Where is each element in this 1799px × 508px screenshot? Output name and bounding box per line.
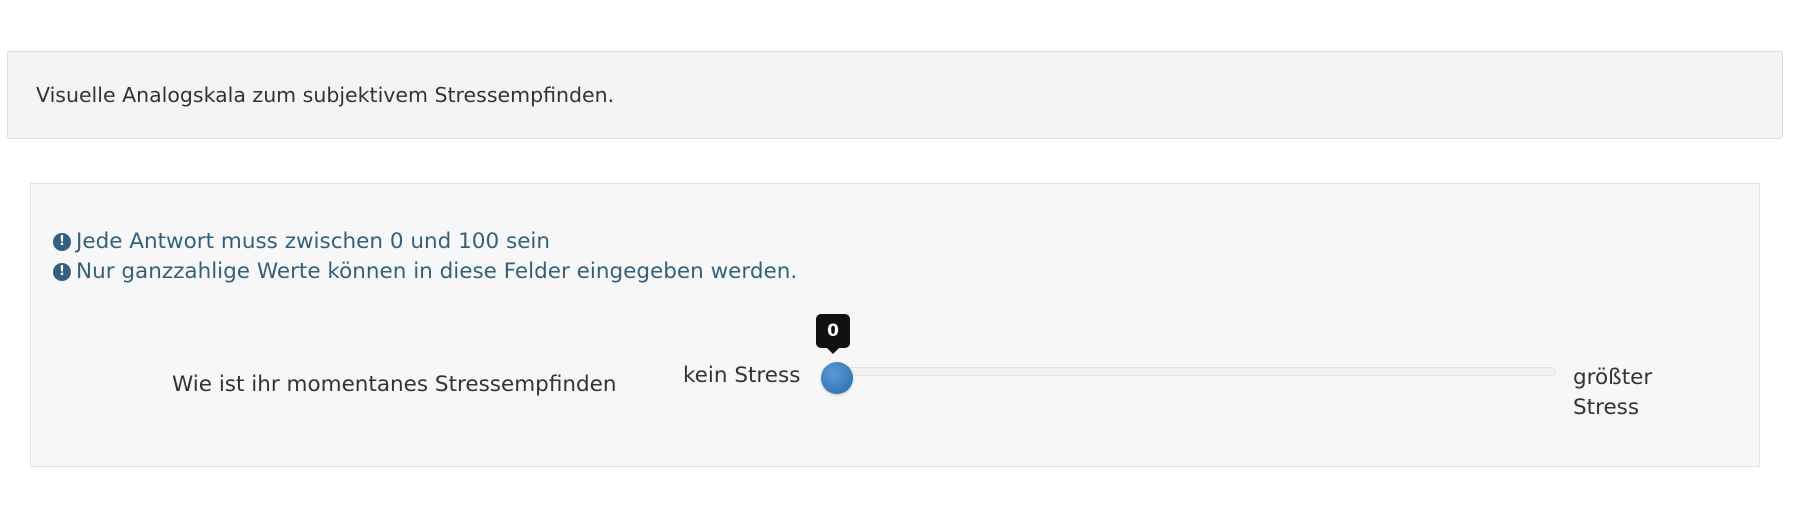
slider-value-tooltip: 0 (816, 314, 850, 354)
slider-max-label: größter Stress (1573, 365, 1653, 420)
question-panel: ! Jede Antwort muss zwischen 0 und 100 s… (30, 183, 1760, 467)
slider-min-label: kein Stress (683, 363, 801, 388)
hint-range-text: Jede Antwort muss zwischen 0 und 100 sei… (76, 229, 551, 254)
hint-integer: ! Nur ganzzahlige Werte können in diese … (53, 259, 797, 284)
slider-handle[interactable] (821, 362, 853, 394)
question-label: Wie ist ihr momentanes Stressempfinden (172, 372, 617, 397)
hint-integer-text: Nur ganzzahlige Werte können in diese Fe… (76, 259, 798, 284)
slider-track[interactable] (836, 367, 1556, 376)
exclamation-circle-icon: ! (53, 232, 71, 251)
exclamation-circle-icon: ! (53, 262, 71, 281)
description-text: Visuelle Analogskala zum subjektivem Str… (36, 83, 615, 107)
description-panel: Visuelle Analogskala zum subjektivem Str… (7, 51, 1783, 139)
hint-range: ! Jede Antwort muss zwischen 0 und 100 s… (53, 229, 550, 254)
